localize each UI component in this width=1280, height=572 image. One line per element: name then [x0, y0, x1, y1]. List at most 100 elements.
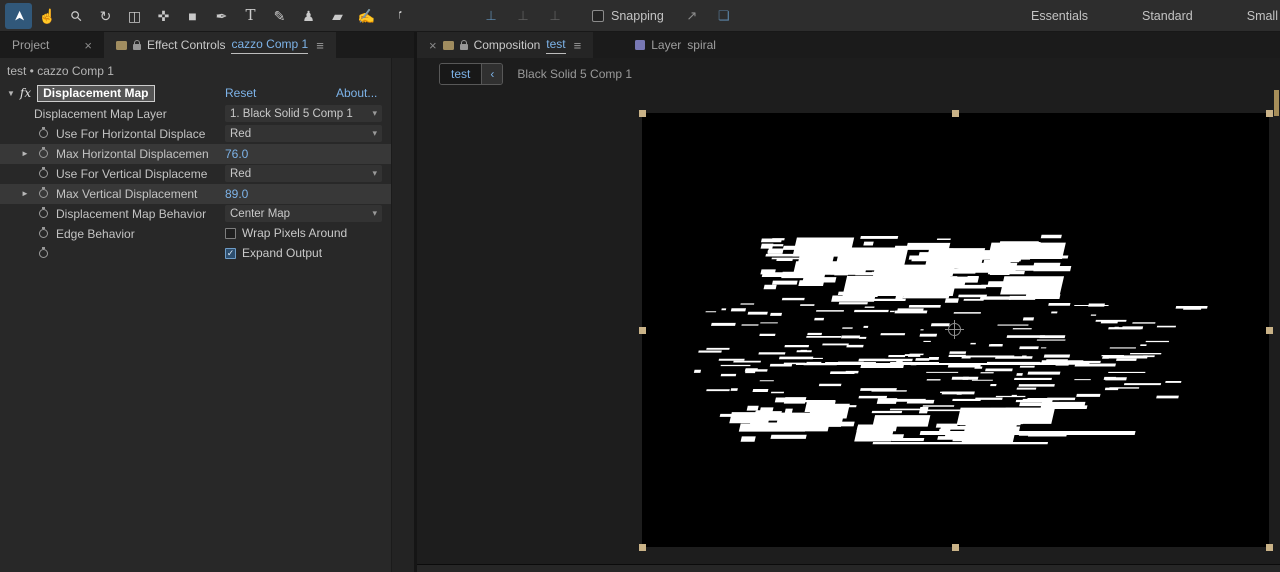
breadcrumb-parent[interactable]: Black Solid 5 Comp 1	[517, 67, 632, 81]
tab-layer[interactable]: Layer spiral	[623, 32, 728, 58]
workspace-essentials[interactable]: Essentials	[1031, 9, 1088, 23]
panel-divider[interactable]	[417, 564, 1280, 572]
panel-group-icon	[116, 40, 127, 50]
close-icon[interactable]: ×	[429, 38, 437, 53]
composition-viewport	[417, 90, 1280, 564]
hand-icon: ☝	[38, 7, 57, 24]
panel-menu-icon[interactable]: ≡	[574, 38, 582, 53]
roto-brush-tool[interactable]: ✍	[353, 3, 380, 29]
about-link[interactable]: About...	[336, 86, 377, 100]
snapping-option-buttons: ↗ ❏	[682, 5, 734, 27]
layer-panel-icon	[635, 40, 646, 50]
tab-effect-controls[interactable]: Effect Controls cazzo Comp 1 ≡	[104, 32, 336, 58]
tab-composition[interactable]: × Composition test ≡	[417, 32, 594, 58]
property-label: Displacement Map Layer	[34, 107, 167, 121]
left-scrollbar[interactable]	[391, 58, 414, 572]
expand-arrow-icon[interactable]: ►	[21, 149, 29, 158]
workspace-small[interactable]: Small	[1247, 9, 1278, 23]
tab-layer-comp-name: spiral	[687, 38, 716, 52]
selection-handle[interactable]	[638, 109, 646, 117]
stopwatch-icon[interactable]	[39, 227, 48, 238]
viewport-scrollbar-thumb[interactable]	[1274, 90, 1279, 116]
property-control: 89.0	[225, 185, 382, 203]
property-value[interactable]: 89.0	[225, 185, 248, 201]
hand-tool[interactable]: ☝	[34, 3, 61, 29]
close-icon[interactable]: ×	[84, 38, 92, 53]
stopwatch-icon[interactable]	[39, 127, 48, 138]
selection-handle[interactable]	[1265, 326, 1273, 334]
snapping-control: Snapping	[592, 9, 664, 23]
left-tabbar: Project × Effect Controls cazzo Comp 1 ≡	[0, 32, 414, 58]
puppet-pin-tool[interactable]: ♩	[382, 3, 409, 29]
property-label: Edge Behavior	[56, 227, 135, 241]
composition-panel: × Composition test ≡ Layer spiral test ‹…	[417, 32, 1280, 572]
selection-handle[interactable]	[1265, 109, 1273, 117]
snap-internal-wireframes-icon: ❏	[718, 7, 730, 23]
pan-behind-tool[interactable]: ✜	[150, 3, 177, 29]
anchor-point-icon[interactable]	[945, 320, 964, 339]
brush-icon: ✎	[273, 7, 286, 24]
zoom-tool[interactable]: ⚲	[63, 3, 90, 29]
lock-icon[interactable]	[459, 39, 468, 50]
pan-behind-icon: ✜	[157, 7, 170, 24]
chevron-down-icon: ▾	[372, 168, 377, 178]
pen-tool[interactable]: ✒	[208, 3, 235, 29]
property-control: ✓ Expand Output	[225, 245, 382, 260]
stopwatch-icon[interactable]	[39, 247, 48, 258]
dropdown[interactable]: Red ▾	[225, 165, 382, 182]
type-icon: T	[245, 6, 256, 24]
property-row: ✓ Expand Output	[0, 244, 391, 264]
stopwatch-icon[interactable]	[39, 187, 48, 198]
view-axis-mode-button[interactable]: ⊥	[544, 5, 566, 27]
breadcrumb-current[interactable]: test	[440, 64, 482, 84]
stopwatch-icon[interactable]	[39, 147, 48, 158]
dropdown[interactable]: Red ▾	[225, 125, 382, 142]
toolbar: ➤ ☝ ⚲ ↻ ◫ ✜ ■ ✒ T ✎ ♟ ▰ ✍ ♩ ⊥ ⊥ ⊥ Snapping ↗ ❏ Essential…	[0, 0, 1280, 32]
expand-arrow-icon[interactable]: ►	[21, 189, 29, 198]
local-axis-mode-button[interactable]: ⊥	[480, 5, 502, 27]
camera-tool[interactable]: ◫	[121, 3, 148, 29]
rectangle-tool[interactable]: ■	[179, 3, 206, 29]
selection-handle[interactable]	[638, 543, 646, 551]
dropdown-value: Red	[230, 167, 252, 180]
tab-project[interactable]: Project ×	[0, 32, 104, 58]
property-row: Use For Horizontal Displace Red ▾	[0, 124, 391, 144]
tab-effect-controls-label: Effect Controls	[147, 38, 226, 52]
selection-handle[interactable]	[638, 326, 646, 334]
checkbox[interactable]: ✓	[225, 247, 236, 259]
property-row: Edge Behavior Wrap Pixels Around	[0, 224, 391, 244]
type-tool[interactable]: T	[237, 3, 264, 29]
dropdown[interactable]: 1. Black Solid 5 Comp 1 ▾	[225, 105, 382, 122]
selection-handle[interactable]	[1265, 543, 1273, 551]
clone-stamp-tool[interactable]: ♟	[295, 3, 322, 29]
right-tabbar: × Composition test ≡ Layer spiral	[417, 32, 1280, 58]
snap-beyond-edges-button[interactable]: ↗	[682, 5, 702, 27]
reset-link[interactable]: Reset	[225, 86, 256, 100]
eraser-tool[interactable]: ▰	[324, 3, 351, 29]
selection-handle[interactable]	[952, 109, 959, 117]
snapping-checkbox[interactable]	[592, 9, 604, 22]
snap-internal-wireframes-button[interactable]: ❏	[714, 5, 734, 27]
selection-tool[interactable]: ➤	[5, 2, 32, 29]
world-axis-mode-button[interactable]: ⊥	[512, 5, 534, 27]
effect-rows: Displacement Map Layer 1. Black Solid 5 C…	[0, 104, 391, 264]
lock-icon[interactable]	[133, 39, 141, 50]
rotation-tool[interactable]: ↻	[92, 3, 119, 29]
effect-name[interactable]: Displacement Map	[37, 84, 155, 102]
workspace-standard[interactable]: Standard	[1142, 9, 1193, 23]
fx-badge-icon[interactable]: fx	[20, 86, 31, 100]
chevron-left-icon[interactable]: ‹	[481, 64, 503, 84]
property-value[interactable]: 76.0	[225, 145, 248, 161]
snap-beyond-edges-icon: ↗	[686, 7, 698, 23]
stopwatch-icon[interactable]	[39, 207, 48, 218]
checkbox-control: ✓ Expand Output	[225, 245, 382, 260]
disclosure-triangle-icon[interactable]: ▼	[7, 89, 15, 98]
checkbox[interactable]	[225, 227, 236, 239]
property-control: Red ▾	[225, 165, 382, 182]
brush-tool[interactable]: ✎	[266, 3, 293, 29]
panel-menu-icon[interactable]: ≡	[316, 38, 324, 53]
stopwatch-icon[interactable]	[39, 167, 48, 178]
dropdown[interactable]: Center Map ▾	[225, 205, 382, 222]
composition-canvas[interactable]	[638, 109, 1273, 551]
selection-handle[interactable]	[952, 543, 959, 551]
